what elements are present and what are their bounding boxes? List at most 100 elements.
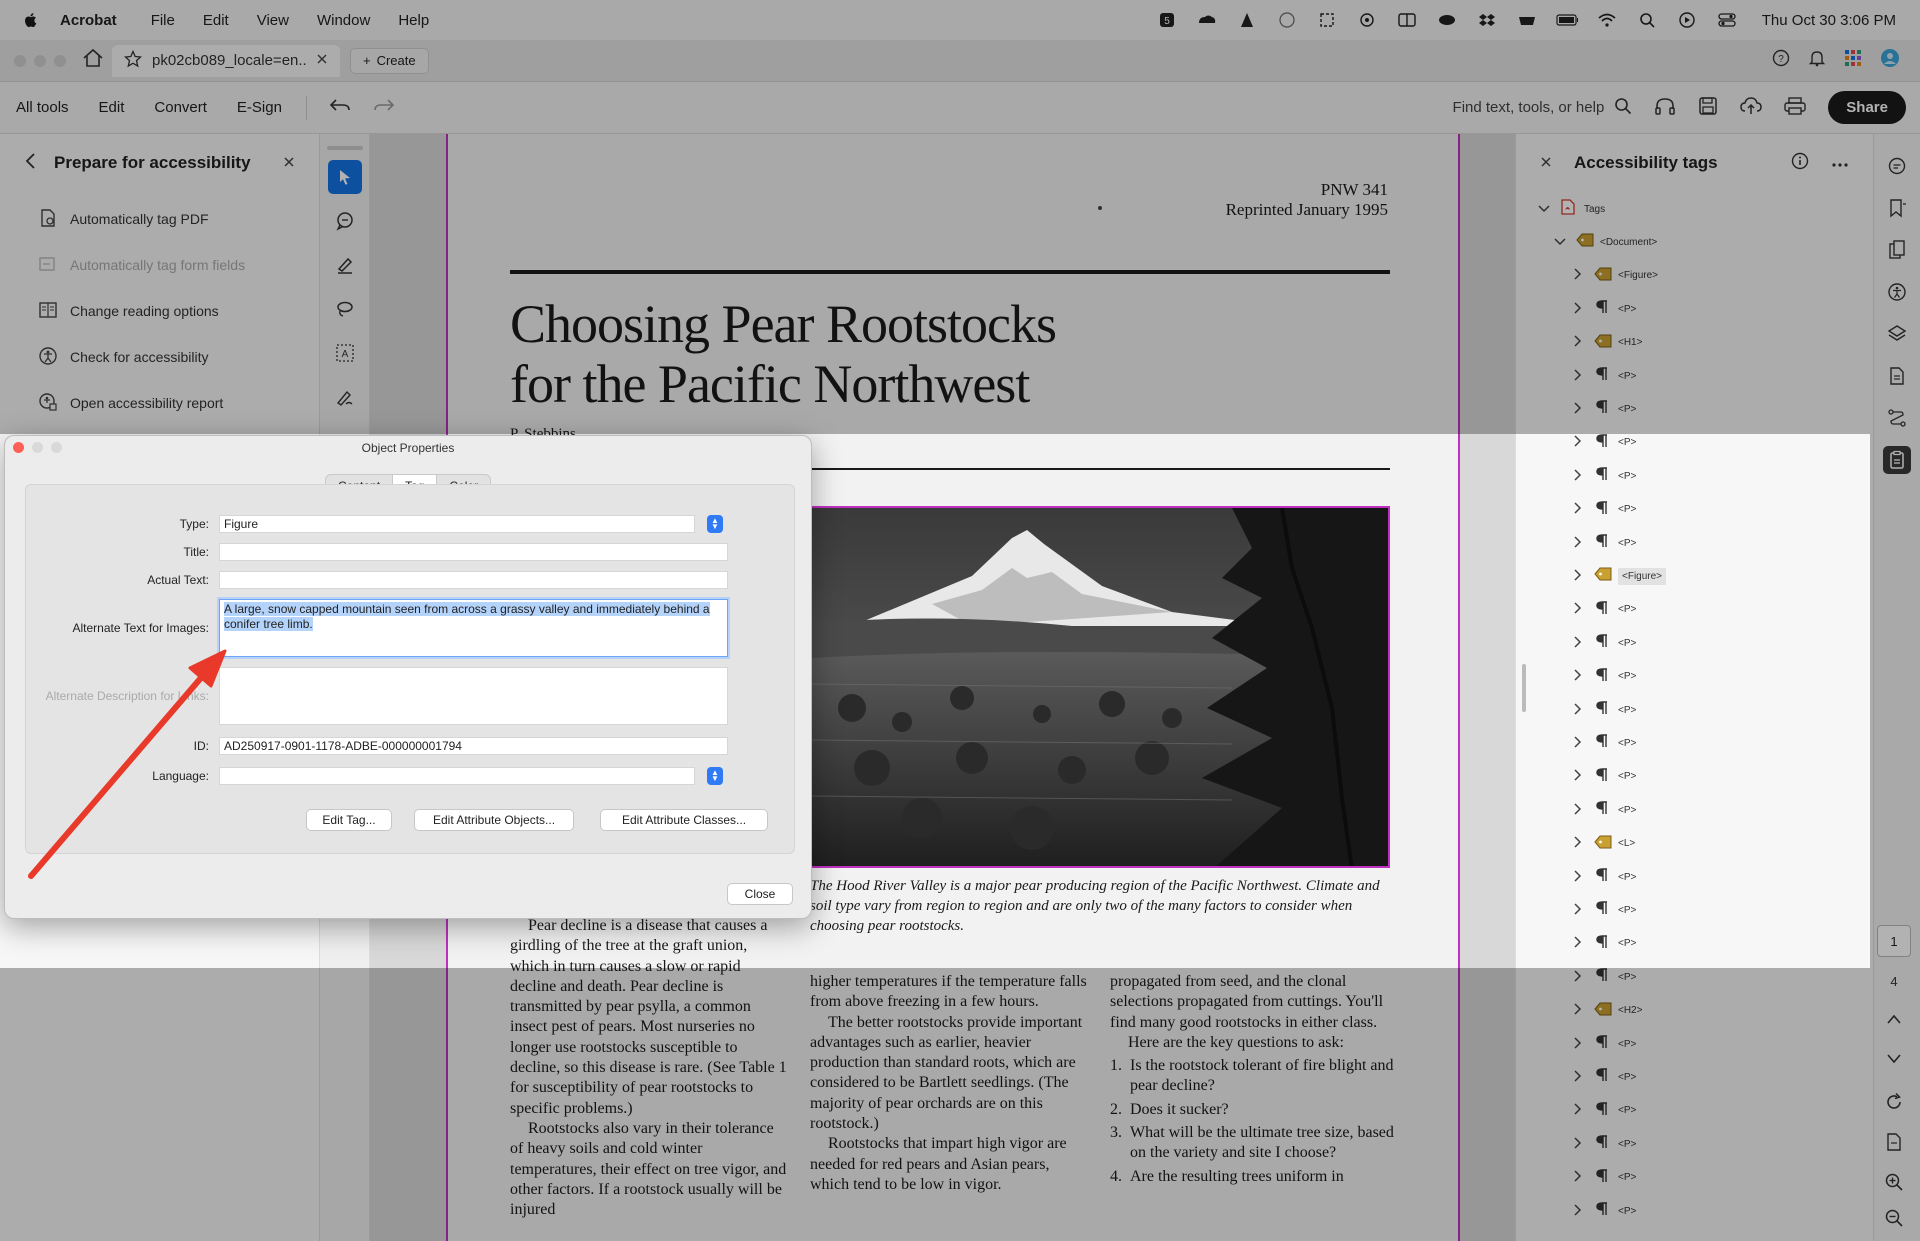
highlight-tool-button[interactable]: [328, 248, 362, 282]
dialog-minimize-dot[interactable]: [32, 442, 43, 453]
chevron-right-icon[interactable]: [1570, 368, 1586, 384]
chevron-right-icon[interactable]: [1570, 1003, 1586, 1018]
tag-tree-item[interactable]: <P>: [1570, 499, 1636, 521]
tag-tree-item[interactable]: <P>: [1570, 799, 1636, 821]
chevron-right-icon[interactable]: [1570, 869, 1586, 885]
status-app-icon-3[interactable]: [1276, 11, 1298, 29]
tag-tree-item[interactable]: <P>: [1570, 1167, 1636, 1189]
check-accessibility-item[interactable]: Check for accessibility: [0, 334, 319, 380]
tag-tree-item[interactable]: <P>: [1570, 899, 1636, 921]
zoom-out-icon[interactable]: [1884, 1208, 1904, 1233]
comment-tool-button[interactable]: [328, 204, 362, 238]
chevron-right-icon[interactable]: [1570, 402, 1586, 417]
chevron-right-icon[interactable]: [1570, 836, 1586, 851]
chevron-right-icon[interactable]: [1570, 1170, 1586, 1185]
tag-tree-item[interactable]: <P>: [1570, 465, 1636, 487]
type-select[interactable]: Figure: [219, 515, 695, 533]
order-panel-icon[interactable]: [1883, 404, 1911, 432]
language-select-stepper-icon[interactable]: ▲ ▼: [707, 767, 723, 785]
tag-tree-item[interactable]: <P>: [1570, 966, 1636, 988]
chevron-right-icon[interactable]: [1570, 669, 1586, 684]
info-icon[interactable]: [1791, 152, 1809, 175]
panel-resize-handle[interactable]: [1522, 664, 1526, 712]
zoom-window-button[interactable]: [54, 54, 66, 67]
convert-button[interactable]: Convert: [154, 99, 207, 116]
tag-tree-item[interactable]: <L>: [1570, 833, 1635, 855]
select-tool-button[interactable]: [327, 160, 362, 194]
notifications-bell-icon[interactable]: [1808, 49, 1826, 72]
chevron-right-icon[interactable]: [1570, 335, 1586, 350]
chevron-right-icon[interactable]: [1570, 302, 1586, 317]
tag-tree-item[interactable]: <P>: [1570, 432, 1636, 454]
alt-text-input[interactable]: A large, snow capped mountain seen from …: [219, 599, 728, 657]
chevron-right-icon[interactable]: [1570, 502, 1586, 517]
creative-cloud-icon[interactable]: [1196, 11, 1218, 29]
chevron-right-icon[interactable]: [1570, 569, 1586, 584]
home-icon[interactable]: [82, 48, 104, 73]
sign-tool-button[interactable]: [328, 380, 362, 414]
status-app-icon-6[interactable]: [1516, 11, 1538, 29]
back-chevron-icon[interactable]: [24, 152, 36, 175]
tag-tree-item[interactable]: <H2>: [1570, 1000, 1642, 1022]
chevron-right-icon[interactable]: [1570, 769, 1586, 784]
chevron-right-icon[interactable]: [1570, 936, 1586, 951]
screenshot-icon[interactable]: [1316, 11, 1338, 29]
tags-panel-icon[interactable]: [1883, 446, 1911, 474]
tag-tree-item[interactable]: <P>: [1570, 666, 1636, 688]
document-tab[interactable]: pk02cb089_locale=en....: [112, 44, 340, 77]
chevron-right-icon[interactable]: [1570, 1103, 1586, 1118]
previous-page-chevron-icon[interactable]: [1885, 1012, 1903, 1030]
spotlight-search-icon[interactable]: [1636, 11, 1658, 29]
open-accessibility-report-item[interactable]: Open accessibility report: [0, 380, 319, 426]
chevron-right-icon[interactable]: [1570, 702, 1586, 718]
chevron-right-icon[interactable]: [1570, 803, 1586, 818]
status-app-icon-4[interactable]: [1356, 11, 1378, 29]
save-icon[interactable]: [1698, 96, 1718, 120]
next-page-chevron-icon[interactable]: [1885, 1052, 1903, 1070]
battery-icon[interactable]: [1556, 11, 1578, 29]
zoom-in-icon[interactable]: [1884, 1172, 1904, 1197]
chevron-down-icon[interactable]: [1536, 202, 1552, 216]
all-tools-button[interactable]: All tools: [16, 99, 69, 116]
apps-grid-icon[interactable]: [1844, 49, 1862, 72]
attachments-panel-icon[interactable]: [1883, 362, 1911, 390]
find-search-box[interactable]: Find text, tools, or help: [1453, 97, 1633, 119]
page-display-icon[interactable]: [1884, 1132, 1904, 1157]
tag-tree-item[interactable]: <P>: [1570, 1033, 1636, 1055]
tag-tree-item[interactable]: <P>: [1570, 1133, 1636, 1155]
chevron-right-icon[interactable]: [1570, 1036, 1586, 1052]
tag-tree-item[interactable]: <Figure>: [1570, 265, 1658, 287]
close-tags-panel-icon[interactable]: [1540, 153, 1552, 173]
actual-text-input[interactable]: [219, 571, 728, 589]
apple-icon[interactable]: [22, 11, 40, 29]
chevron-right-icon[interactable]: [1570, 1070, 1586, 1085]
more-options-icon[interactable]: [1831, 153, 1849, 173]
wifi-icon[interactable]: [1596, 11, 1618, 29]
layers-panel-icon[interactable]: [1883, 320, 1911, 348]
chevron-right-icon[interactable]: [1570, 469, 1586, 484]
create-tab-button[interactable]: + Create: [350, 47, 429, 74]
chevron-down-icon[interactable]: [1552, 235, 1568, 249]
accessibility-panel-icon[interactable]: [1883, 278, 1911, 306]
upload-cloud-icon[interactable]: [1740, 96, 1763, 120]
chevron-right-icon[interactable]: [1570, 903, 1586, 918]
pages-panel-icon[interactable]: [1883, 236, 1911, 264]
tag-tree-item[interactable]: <P>: [1570, 398, 1636, 420]
menu-edit[interactable]: Edit: [203, 12, 229, 29]
comments-panel-icon[interactable]: [1883, 152, 1911, 180]
type-select-stepper-icon[interactable]: ▲ ▼: [707, 515, 723, 533]
tag-tree-item[interactable]: <P>: [1570, 1066, 1636, 1088]
chevron-right-icon[interactable]: [1570, 1137, 1586, 1152]
edit-button[interactable]: Edit: [99, 99, 125, 116]
menu-file[interactable]: File: [151, 12, 175, 29]
bookmarks-panel-icon[interactable]: [1883, 194, 1911, 222]
tag-tree-item[interactable]: <P>: [1570, 1200, 1636, 1222]
close-tab-icon[interactable]: [316, 52, 328, 69]
help-icon[interactable]: ?: [1772, 49, 1790, 72]
tag-tree-item[interactable]: <P>: [1570, 933, 1636, 955]
redo-icon[interactable]: [373, 98, 395, 118]
tool-strip-grip[interactable]: [326, 146, 363, 150]
dialog-close-button[interactable]: Close: [727, 883, 793, 905]
chevron-right-icon[interactable]: [1570, 970, 1586, 985]
close-window-button[interactable]: [14, 54, 26, 67]
